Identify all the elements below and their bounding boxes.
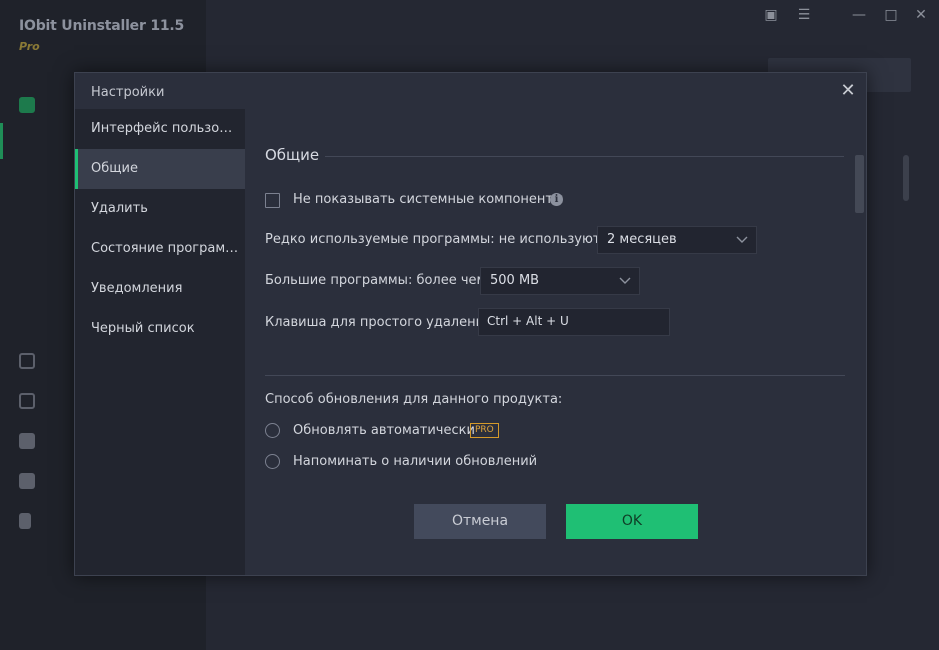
cancel-button[interactable]: Отмена: [414, 504, 546, 539]
hotkey-label: Клавиша для простого удаления: [265, 315, 492, 330]
windows-icon: [19, 473, 35, 489]
nav-item-interface[interactable]: Интерфейс пользователя: [75, 109, 245, 149]
close-icon[interactable]: ✕: [838, 81, 858, 101]
monitor-icon: [19, 393, 35, 409]
update-remind-radio[interactable]: [265, 454, 280, 469]
nav-item-label: Уведомления: [91, 281, 183, 296]
chevron-down-icon: [736, 236, 748, 243]
nav-item-label: Удалить: [91, 201, 148, 216]
large-programs-label: Большие программы: более чем: [265, 273, 487, 288]
maximize-icon[interactable]: □: [882, 6, 900, 24]
app-title: IObit Uninstaller 11.5: [19, 18, 185, 34]
chevron-down-icon: [619, 277, 631, 284]
plus-icon: [19, 353, 35, 369]
app-active-indicator: [0, 123, 3, 159]
nav-item-blacklist[interactable]: Черный список: [75, 309, 245, 349]
rarely-used-select[interactable]: 2 месяцев: [597, 226, 757, 254]
ok-button[interactable]: OK: [566, 504, 698, 539]
flag-icon: [19, 513, 31, 529]
hide-system-components-checkbox[interactable]: [265, 193, 280, 208]
minimize-icon[interactable]: —: [850, 6, 868, 24]
update-auto-radio[interactable]: [265, 423, 280, 438]
dialog-title: Настройки: [91, 85, 165, 100]
section-divider: [265, 375, 845, 376]
nav-item-label: Состояние программы: [91, 241, 239, 256]
settings-sidebar: Интерфейс пользователя Общие Удалить Сос…: [75, 109, 245, 575]
app-nav-item[interactable]: [0, 466, 74, 496]
nav-item-program-status[interactable]: Состояние программы: [75, 229, 245, 269]
nav-item-notifications[interactable]: Уведомления: [75, 269, 245, 309]
large-programs-select[interactable]: 500 MB: [480, 267, 640, 295]
programs-icon: [19, 97, 35, 113]
info-icon[interactable]: i: [550, 193, 563, 206]
hotkey-field[interactable]: Ctrl + Alt + U: [478, 308, 670, 336]
dialog-scrollbar[interactable]: [855, 155, 864, 213]
puzzle-icon: [19, 433, 35, 449]
large-programs-value: 500 MB: [490, 273, 540, 288]
app-nav-item[interactable]: [0, 426, 74, 456]
app-nav-item[interactable]: [0, 386, 74, 416]
hotkey-value: Ctrl + Alt + U: [487, 314, 569, 328]
rarely-used-label: Редко используемые программы: не использ…: [265, 232, 616, 247]
nav-item-general[interactable]: Общие: [75, 149, 245, 189]
nav-item-uninstall[interactable]: Удалить: [75, 189, 245, 229]
section-divider: [325, 156, 844, 157]
section-title: Общие: [265, 146, 320, 164]
nav-item-label: Общие: [91, 161, 138, 176]
app-edition-label: Pro: [19, 40, 40, 53]
app-scrollbar[interactable]: [903, 155, 909, 201]
hide-system-components-label: Не показывать системные компоненты: [293, 192, 564, 207]
close-app-icon[interactable]: ✕: [912, 6, 930, 24]
menu-icon[interactable]: ☰: [795, 6, 813, 24]
update-auto-label: Обновлять автоматически: [293, 423, 475, 438]
settings-dialog: Настройки ✕ Интерфейс пользователя Общие…: [74, 72, 867, 576]
app-nav-programs[interactable]: [0, 90, 74, 120]
nav-item-label: Черный список: [91, 321, 195, 336]
briefcase-icon[interactable]: ▣: [762, 6, 780, 24]
update-remind-label: Напоминать о наличии обновлений: [293, 454, 538, 469]
app-nav-item[interactable]: [0, 346, 74, 376]
pro-badge: PRO: [470, 423, 499, 438]
app-nav-item[interactable]: [0, 506, 74, 536]
update-method-label: Способ обновления для данного продукта:: [265, 392, 563, 407]
nav-item-label: Интерфейс пользователя: [91, 121, 239, 136]
rarely-used-value: 2 месяцев: [607, 232, 677, 247]
